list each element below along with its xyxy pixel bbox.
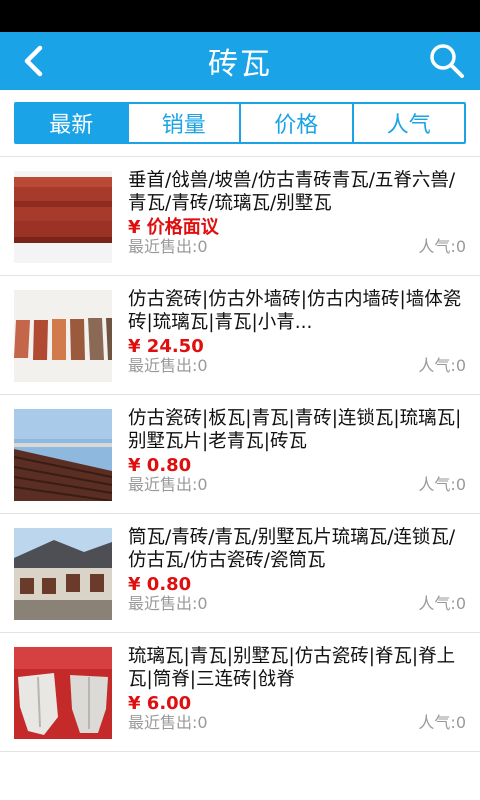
app-header: 砖瓦 bbox=[0, 32, 480, 90]
back-arrow-icon[interactable] bbox=[18, 44, 52, 78]
product-item[interactable]: 垂首/戗兽/坡兽/仿古青砖青瓦/五脊六兽/青瓦/青砖/琉璃瓦/别墅瓦 ¥ 价格面… bbox=[0, 157, 480, 276]
search-icon[interactable] bbox=[428, 42, 466, 80]
product-name: 筒瓦/青砖/青瓦/别墅瓦片琉璃瓦/连锁瓦/仿古瓦/仿古瓷砖/瓷筒瓦 bbox=[128, 527, 456, 571]
product-list: 垂首/戗兽/坡兽/仿古青砖青瓦/五脊六兽/青瓦/青砖/琉璃瓦/别墅瓦 ¥ 价格面… bbox=[0, 156, 480, 752]
product-popularity: 人气:0 bbox=[418, 356, 466, 375]
page-title: 砖瓦 bbox=[208, 47, 272, 82]
product-image bbox=[14, 528, 112, 620]
tab-latest[interactable]: 最新 bbox=[16, 104, 129, 142]
tab-popularity[interactable]: 人气 bbox=[354, 104, 465, 142]
tab-price[interactable]: 价格 bbox=[241, 104, 354, 142]
product-image bbox=[14, 290, 112, 382]
product-price: ¥ 24.50 bbox=[128, 336, 204, 357]
tab-sales[interactable]: 销量 bbox=[129, 104, 241, 142]
product-popularity: 人气:0 bbox=[418, 594, 466, 613]
product-image bbox=[14, 647, 112, 739]
product-sold-count: 最近售出:0 bbox=[128, 594, 208, 613]
sort-tabs-container: 最新 销量 价格 人气 bbox=[0, 90, 480, 154]
product-price: ¥ 6.00 bbox=[128, 693, 192, 714]
product-name: 垂首/戗兽/坡兽/仿古青砖青瓦/五脊六兽/青瓦/青砖/琉璃瓦/别墅瓦 bbox=[128, 170, 456, 214]
product-price: ¥ 0.80 bbox=[128, 574, 192, 595]
product-name: 仿古瓷砖|仿古外墙砖|仿古内墙砖|墙体瓷砖|琉璃瓦|青瓦|小青... bbox=[128, 289, 462, 333]
product-price: ¥ 0.80 bbox=[128, 455, 192, 476]
product-sold-count: 最近售出:0 bbox=[128, 713, 208, 732]
product-sold-count: 最近售出:0 bbox=[128, 356, 208, 375]
product-item[interactable]: 琉璃瓦|青瓦|别墅瓦|仿古瓷砖|脊瓦|脊上瓦|筒脊|三连砖|戗脊 ¥ 6.00 … bbox=[0, 633, 480, 752]
product-popularity: 人气:0 bbox=[418, 713, 466, 732]
product-price: ¥ 价格面议 bbox=[128, 217, 219, 238]
product-sold-count: 最近售出:0 bbox=[128, 237, 208, 256]
product-popularity: 人气:0 bbox=[418, 237, 466, 256]
product-sold-count: 最近售出:0 bbox=[128, 475, 208, 494]
product-image bbox=[14, 171, 112, 263]
product-item[interactable]: 仿古瓷砖|板瓦|青瓦|青砖|连锁瓦|琉璃瓦|别墅瓦片|老青瓦|砖瓦 ¥ 0.80… bbox=[0, 395, 480, 514]
status-bar bbox=[0, 0, 480, 32]
sort-tabs: 最新 销量 价格 人气 bbox=[14, 102, 466, 144]
product-name: 琉璃瓦|青瓦|别墅瓦|仿古瓷砖|脊瓦|脊上瓦|筒脊|三连砖|戗脊 bbox=[128, 646, 456, 690]
product-item[interactable]: 筒瓦/青砖/青瓦/别墅瓦片琉璃瓦/连锁瓦/仿古瓦/仿古瓷砖/瓷筒瓦 ¥ 0.80… bbox=[0, 514, 480, 633]
product-name: 仿古瓷砖|板瓦|青瓦|青砖|连锁瓦|琉璃瓦|别墅瓦片|老青瓦|砖瓦 bbox=[128, 408, 462, 452]
product-popularity: 人气:0 bbox=[418, 475, 466, 494]
product-item[interactable]: 仿古瓷砖|仿古外墙砖|仿古内墙砖|墙体瓷砖|琉璃瓦|青瓦|小青... ¥ 24.… bbox=[0, 276, 480, 395]
product-image bbox=[14, 409, 112, 501]
